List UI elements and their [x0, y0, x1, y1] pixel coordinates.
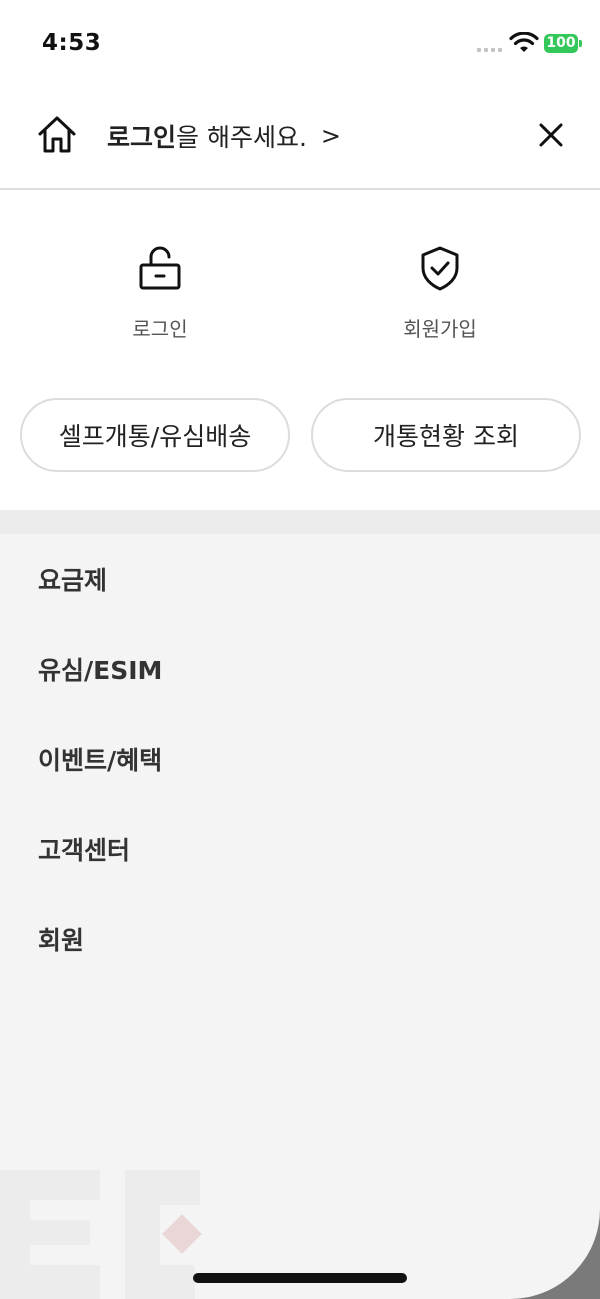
main-menu-list: 요금제 유심/ESIM 이벤트/혜택 고객센터 회원: [0, 534, 600, 984]
signal-icon: [477, 48, 502, 52]
signup-shortcut[interactable]: 회원가입: [360, 245, 520, 342]
status-time: 4:53: [42, 30, 102, 56]
chevron-right-icon: >: [320, 122, 342, 150]
menu-item-plans[interactable]: 요금제: [0, 534, 600, 624]
menu-header: 로그인 을 해주세요. >: [0, 88, 600, 190]
login-prompt-link[interactable]: 로그인 을 해주세요. >: [107, 118, 341, 154]
battery-indicator: 100: [544, 34, 578, 53]
home-icon[interactable]: [36, 114, 78, 156]
status-bar: 4:53 100: [0, 0, 600, 88]
menu-item-usim-esim[interactable]: 유심/ESIM: [0, 624, 600, 714]
menu-item-member[interactable]: 회원: [0, 894, 600, 984]
unlock-icon: [139, 246, 181, 290]
close-icon[interactable]: [538, 122, 564, 148]
shield-check-icon: [421, 246, 459, 291]
wifi-icon: [509, 32, 539, 52]
login-prompt-text: 을 해주세요.: [176, 123, 307, 152]
login-shortcut-label: 로그인: [132, 317, 188, 341]
battery-tip: [579, 40, 582, 47]
menu-item-events[interactable]: 이벤트/혜택: [0, 714, 600, 804]
top-panel: 4:53 100 로그인 을 해주세요. > 로그인 회원가입 셀프개통/유심배…: [0, 0, 600, 510]
app-screen: 4:53 100 로그인 을 해주세요. > 로그인 회원가입 셀프개통/유심배…: [0, 0, 600, 1299]
login-shortcut[interactable]: 로그인: [80, 245, 240, 342]
self-activation-button[interactable]: 셀프개통/유심배송: [20, 398, 290, 472]
home-indicator[interactable]: [193, 1273, 407, 1283]
login-prompt-bold: 로그인: [107, 123, 177, 152]
section-divider: [0, 510, 600, 534]
activation-status-button[interactable]: 개통현황 조회: [311, 398, 581, 472]
signup-shortcut-label: 회원가입: [403, 317, 477, 341]
menu-item-customer-center[interactable]: 고객센터: [0, 804, 600, 894]
